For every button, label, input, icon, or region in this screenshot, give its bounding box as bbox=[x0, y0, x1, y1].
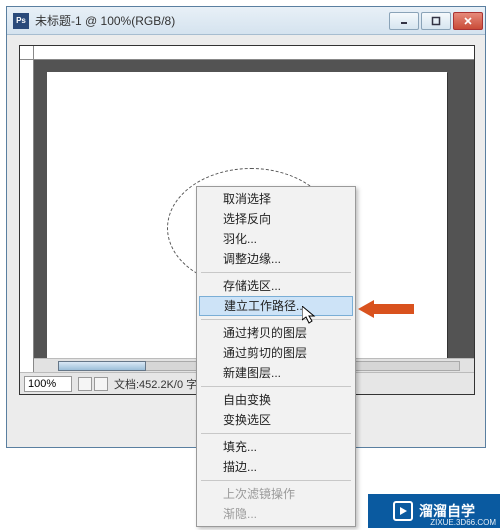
close-button[interactable] bbox=[453, 12, 483, 30]
context-menu: 取消选择 选择反向 羽化... 调整边缘... 存储选区... 建立工作路径..… bbox=[196, 186, 356, 527]
menu-stroke[interactable]: 描边... bbox=[199, 457, 353, 477]
window-controls bbox=[387, 12, 483, 30]
menu-free-transform[interactable]: 自由变换 bbox=[199, 390, 353, 410]
menu-make-work-path[interactable]: 建立工作路径... bbox=[199, 296, 353, 316]
menu-separator bbox=[201, 433, 351, 434]
document-info: 文档:452.2K/0 字节 bbox=[114, 376, 208, 392]
app-icon: Ps bbox=[13, 13, 29, 29]
status-icon-2[interactable] bbox=[94, 377, 108, 391]
watermark: 溜溜自学 ZIXUE.3D66.COM bbox=[368, 494, 500, 528]
ruler-corner bbox=[20, 46, 34, 60]
ruler-horizontal[interactable] bbox=[34, 46, 474, 60]
menu-fill[interactable]: 填充... bbox=[199, 437, 353, 457]
menu-layer-via-copy[interactable]: 通过拷贝的图层 bbox=[199, 323, 353, 343]
menu-feather[interactable]: 羽化... bbox=[199, 229, 353, 249]
menu-transform-selection[interactable]: 变换选区 bbox=[199, 410, 353, 430]
menu-new-layer[interactable]: 新建图层... bbox=[199, 363, 353, 383]
scroll-thumb[interactable] bbox=[58, 361, 146, 371]
menu-separator bbox=[201, 386, 351, 387]
watermark-url: ZIXUE.3D66.COM bbox=[430, 518, 496, 527]
menu-select-inverse[interactable]: 选择反向 bbox=[199, 209, 353, 229]
status-icon-1[interactable] bbox=[78, 377, 92, 391]
menu-fade: 渐隐... bbox=[199, 504, 353, 524]
window-title: 未标题-1 @ 100%(RGB/8) bbox=[35, 12, 387, 29]
maximize-button[interactable] bbox=[421, 12, 451, 30]
zoom-input[interactable]: 100% bbox=[24, 376, 72, 392]
menu-deselect[interactable]: 取消选择 bbox=[199, 189, 353, 209]
menu-layer-via-cut[interactable]: 通过剪切的图层 bbox=[199, 343, 353, 363]
ruler-vertical[interactable] bbox=[20, 60, 34, 394]
menu-separator bbox=[201, 272, 351, 273]
menu-separator bbox=[201, 319, 351, 320]
menu-last-filter: 上次滤镜操作 bbox=[199, 484, 353, 504]
play-icon bbox=[393, 501, 413, 521]
status-icons bbox=[78, 377, 108, 391]
menu-separator bbox=[201, 480, 351, 481]
titlebar[interactable]: Ps 未标题-1 @ 100%(RGB/8) bbox=[7, 7, 485, 35]
menu-save-selection[interactable]: 存储选区... bbox=[199, 276, 353, 296]
menu-refine-edge[interactable]: 调整边缘... bbox=[199, 249, 353, 269]
minimize-button[interactable] bbox=[389, 12, 419, 30]
